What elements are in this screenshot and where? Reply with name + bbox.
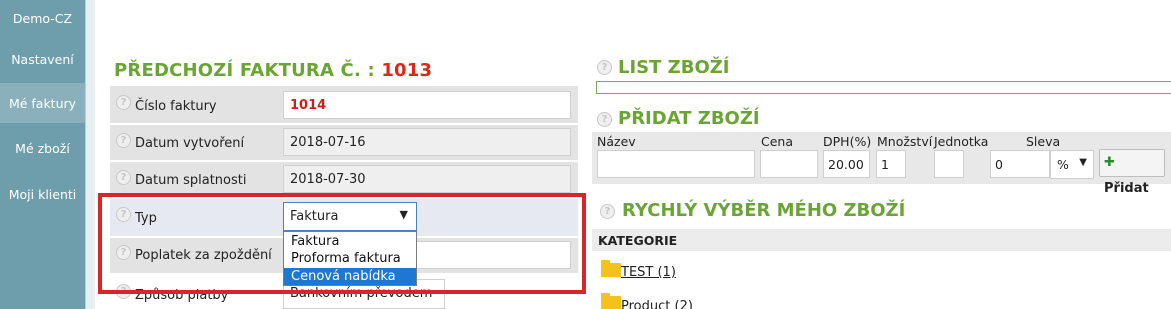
created-date-field[interactable]: 2018-07-16 <box>283 128 571 156</box>
created-date-label: Datum vytvoření <box>135 136 245 151</box>
discount-label: Sleva <box>1026 134 1061 149</box>
sidebar-item-my-goods[interactable]: Mé zboží <box>0 141 85 157</box>
price-label: Cena <box>761 134 794 149</box>
category-link-product[interactable]: Product (2) <box>621 299 693 309</box>
add-goods-title: PŘIDAT ZBOŽÍ <box>618 108 760 129</box>
quick-select-title: RYCHLÝ VÝBĚR MÉHO ZBOŽÍ <box>622 200 906 221</box>
list-goods-title: LIST ZBOŽÍ <box>618 57 730 78</box>
name-input[interactable] <box>597 150 755 178</box>
sidebar-item-my-invoices[interactable]: Mé faktury <box>0 83 85 123</box>
sidebar-item-my-clients[interactable]: Moji klienti <box>0 187 85 203</box>
sidebar: Demo-CZ Nastavení Mé faktury Mé zboží Mo… <box>0 0 85 309</box>
due-date-field[interactable]: 2018-07-30 <box>283 165 571 193</box>
add-goods-button-label: Přidat <box>1104 181 1149 196</box>
invoice-number-field[interactable]: 1014 <box>283 91 571 119</box>
previous-invoice-number: 1013 <box>381 60 433 81</box>
sidebar-divider <box>85 0 95 309</box>
name-label: Název <box>597 134 636 149</box>
due-date-label: Datum splatnosti <box>135 173 247 188</box>
caret-down-icon: ▼ <box>1079 157 1087 168</box>
discount-type-select[interactable]: % ▼ <box>1050 150 1094 179</box>
discount-type-value: % <box>1057 157 1069 172</box>
quantity-input[interactable]: 1 <box>876 150 906 178</box>
folder-icon <box>601 293 621 309</box>
page-title: PŘEDCHOZÍ FAKTURA Č. : 1013 <box>114 60 432 81</box>
unit-input[interactable] <box>934 150 964 178</box>
plus-icon: ✚ <box>1104 155 1115 170</box>
help-icon[interactable]: ? <box>600 204 615 219</box>
row-invoice-number: ? Číslo faktury 1014 <box>110 86 578 124</box>
folder-icon <box>601 260 621 277</box>
category-header: KATEGORIE <box>592 229 1171 251</box>
discount-input[interactable]: 0 <box>990 150 1050 178</box>
unit-label: Jednotka <box>934 134 989 149</box>
price-input[interactable] <box>760 150 818 178</box>
quantity-label: Množství <box>877 134 933 149</box>
highlight-annotation-box <box>98 193 586 294</box>
goods-list-area <box>596 81 1171 94</box>
help-icon[interactable]: ? <box>116 95 131 110</box>
category-link-test[interactable]: TEST (1) <box>621 265 676 280</box>
help-icon[interactable]: ? <box>116 133 131 148</box>
vat-input[interactable]: 20.00 <box>823 150 870 178</box>
heading-prefix: PŘEDCHOZÍ FAKTURA Č. : <box>114 60 375 81</box>
help-icon[interactable]: ? <box>116 170 131 185</box>
sidebar-item-demo-cz[interactable]: Demo-CZ <box>0 11 85 27</box>
row-created-date: ? Datum vytvoření 2018-07-16 <box>110 125 578 161</box>
help-icon[interactable]: ? <box>597 60 612 75</box>
vat-label: DPH(%) <box>823 134 872 149</box>
add-goods-button[interactable]: ✚ Přidat <box>1099 149 1165 196</box>
sidebar-item-settings[interactable]: Nastavení <box>0 52 85 68</box>
help-icon[interactable]: ? <box>597 112 612 127</box>
invoice-number-label: Číslo faktury <box>135 99 217 114</box>
